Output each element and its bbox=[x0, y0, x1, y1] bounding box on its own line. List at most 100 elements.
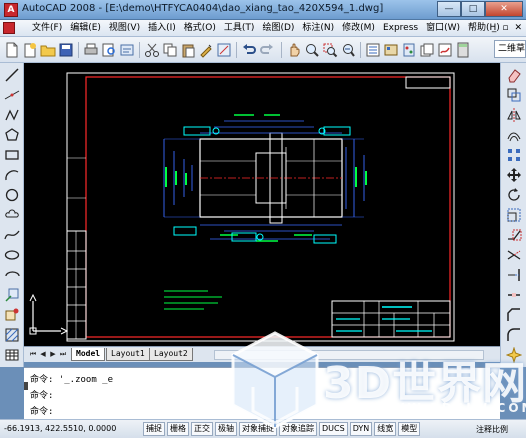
plot-preview-icon[interactable] bbox=[101, 42, 117, 58]
block-editor-icon[interactable] bbox=[216, 42, 232, 58]
pan-icon[interactable] bbox=[286, 42, 302, 58]
circle-icon[interactable] bbox=[4, 187, 20, 203]
last-tab-icon[interactable]: ⏭ bbox=[58, 349, 68, 360]
copy-object-icon[interactable] bbox=[506, 87, 522, 103]
properties-icon[interactable] bbox=[365, 42, 381, 58]
array-icon[interactable] bbox=[506, 147, 522, 163]
construction-line-icon[interactable] bbox=[4, 87, 20, 103]
command-line[interactable]: 命令: '_.zoom _e 命令: 命令: bbox=[24, 367, 500, 419]
command-history-line: 命令: bbox=[30, 391, 54, 401]
title-bar: A AutoCAD 2008 - [E:\demo\HTFYCA0404\dao… bbox=[0, 0, 526, 20]
snap-toggle[interactable]: 捕捉 bbox=[143, 422, 165, 436]
insert-block-icon[interactable] bbox=[4, 287, 20, 303]
command-prompt[interactable]: 命令: bbox=[30, 404, 53, 417]
spline-icon[interactable] bbox=[4, 227, 20, 243]
menu-file[interactable]: 文件(F) bbox=[28, 22, 66, 35]
prev-tab-icon[interactable]: ◀ bbox=[38, 349, 48, 360]
mirror-icon[interactable] bbox=[506, 107, 522, 123]
ellipse-arc-icon[interactable] bbox=[4, 267, 20, 283]
menu-insert[interactable]: 插入(I) bbox=[144, 22, 180, 35]
minimize-button[interactable]: — bbox=[437, 1, 461, 17]
menu-tools[interactable]: 工具(T) bbox=[220, 22, 259, 35]
zoom-realtime-icon[interactable] bbox=[304, 42, 320, 58]
coordinate-display[interactable]: -66.1913, 422.5510, 0.0000 bbox=[4, 424, 116, 433]
menu-format[interactable]: 格式(O) bbox=[180, 22, 220, 35]
osnap-toggle[interactable]: 对象捕捉 bbox=[239, 422, 277, 436]
lineweight-toggle[interactable]: 线宽 bbox=[374, 422, 397, 436]
make-block-icon[interactable] bbox=[4, 307, 20, 323]
markup-icon[interactable] bbox=[437, 42, 453, 58]
paste-icon[interactable] bbox=[180, 42, 196, 58]
maximize-button[interactable]: □ bbox=[461, 1, 485, 17]
tab-layout2[interactable]: Layout2 bbox=[149, 348, 193, 361]
model-toggle[interactable]: 模型 bbox=[398, 422, 421, 436]
rotate-icon[interactable] bbox=[506, 187, 522, 203]
rectangle-icon[interactable] bbox=[4, 147, 20, 163]
publish-icon[interactable] bbox=[119, 42, 135, 58]
arc-icon[interactable] bbox=[4, 167, 20, 183]
qnew-icon[interactable] bbox=[22, 42, 38, 58]
polygon-icon[interactable] bbox=[4, 127, 20, 143]
move-icon[interactable] bbox=[506, 167, 522, 183]
menu-bar: 文件(F) 编辑(E) 视图(V) 插入(I) 格式(O) 工具(T) 绘图(D… bbox=[0, 20, 526, 37]
ducs-toggle[interactable]: DUCS bbox=[319, 422, 348, 436]
erase-icon[interactable] bbox=[506, 67, 522, 83]
document-icon[interactable] bbox=[3, 22, 15, 34]
hatch-icon[interactable] bbox=[4, 327, 20, 343]
copy-icon[interactable] bbox=[162, 42, 178, 58]
drawing-canvas[interactable] bbox=[24, 63, 500, 346]
scale-icon[interactable] bbox=[506, 207, 522, 223]
design-center-icon[interactable] bbox=[383, 42, 399, 58]
open-icon[interactable] bbox=[40, 42, 56, 58]
plot-icon[interactable] bbox=[83, 42, 99, 58]
extend-icon[interactable] bbox=[506, 267, 522, 283]
line-icon[interactable] bbox=[4, 67, 20, 83]
grid-toggle[interactable]: 栅格 bbox=[167, 422, 189, 436]
save-icon[interactable] bbox=[58, 42, 74, 58]
dyn-toggle[interactable]: DYN bbox=[349, 422, 373, 436]
undo-icon[interactable] bbox=[241, 42, 257, 58]
stretch-icon[interactable] bbox=[506, 227, 522, 243]
trim-icon[interactable] bbox=[506, 247, 522, 263]
menu-window[interactable]: 窗口(W) bbox=[422, 22, 464, 35]
redo-icon[interactable] bbox=[259, 42, 275, 58]
menu-draw[interactable]: 绘图(D) bbox=[258, 22, 298, 35]
explode-icon[interactable] bbox=[505, 346, 523, 364]
polar-toggle[interactable]: 极轴 bbox=[215, 422, 237, 436]
menu-dimension[interactable]: 标注(N) bbox=[298, 22, 338, 35]
otrack-toggle[interactable]: 对象追踪 bbox=[279, 422, 317, 436]
menu-edit[interactable]: 编辑(E) bbox=[66, 22, 105, 35]
menu-modify[interactable]: 修改(M) bbox=[338, 22, 379, 35]
tab-layout1[interactable]: Layout1 bbox=[106, 348, 150, 361]
menu-view[interactable]: 视图(V) bbox=[105, 22, 144, 35]
zoom-window-icon[interactable] bbox=[322, 42, 338, 58]
cut-icon[interactable] bbox=[144, 42, 160, 58]
zoom-previous-icon[interactable] bbox=[340, 42, 356, 58]
menu-express[interactable]: Express bbox=[379, 22, 422, 35]
ortho-toggle[interactable]: 正交 bbox=[191, 422, 213, 436]
autocad-app-icon[interactable]: A bbox=[4, 3, 18, 17]
table-icon[interactable] bbox=[4, 347, 20, 363]
doc-close-button[interactable]: ✕ bbox=[514, 22, 522, 34]
revision-cloud-icon[interactable] bbox=[4, 207, 20, 223]
doc-restore-button[interactable]: ▫ bbox=[502, 22, 508, 34]
close-button[interactable]: ✕ bbox=[485, 1, 523, 17]
break-icon[interactable] bbox=[506, 287, 522, 303]
calculator-icon[interactable] bbox=[455, 42, 471, 58]
horizontal-scrollbar[interactable] bbox=[214, 350, 484, 360]
sheet-set-icon[interactable] bbox=[419, 42, 435, 58]
first-tab-icon[interactable]: ⏮ bbox=[28, 349, 38, 360]
match-properties-icon[interactable] bbox=[198, 42, 214, 58]
tool-palettes-icon[interactable] bbox=[401, 42, 417, 58]
chamfer-icon[interactable] bbox=[506, 307, 522, 323]
fillet-icon[interactable] bbox=[506, 327, 522, 343]
tab-model[interactable]: Model bbox=[71, 348, 106, 361]
doc-minimize-button[interactable]: _ bbox=[492, 22, 497, 34]
next-tab-icon[interactable]: ▶ bbox=[48, 349, 58, 360]
workspace-dropdown[interactable]: 二维草 bbox=[494, 40, 526, 58]
annotation-scale[interactable]: 注释比例 bbox=[476, 424, 508, 435]
polyline-icon[interactable] bbox=[4, 107, 20, 123]
offset-icon[interactable] bbox=[506, 127, 522, 143]
new-icon[interactable] bbox=[4, 42, 20, 58]
ellipse-icon[interactable] bbox=[4, 247, 20, 263]
